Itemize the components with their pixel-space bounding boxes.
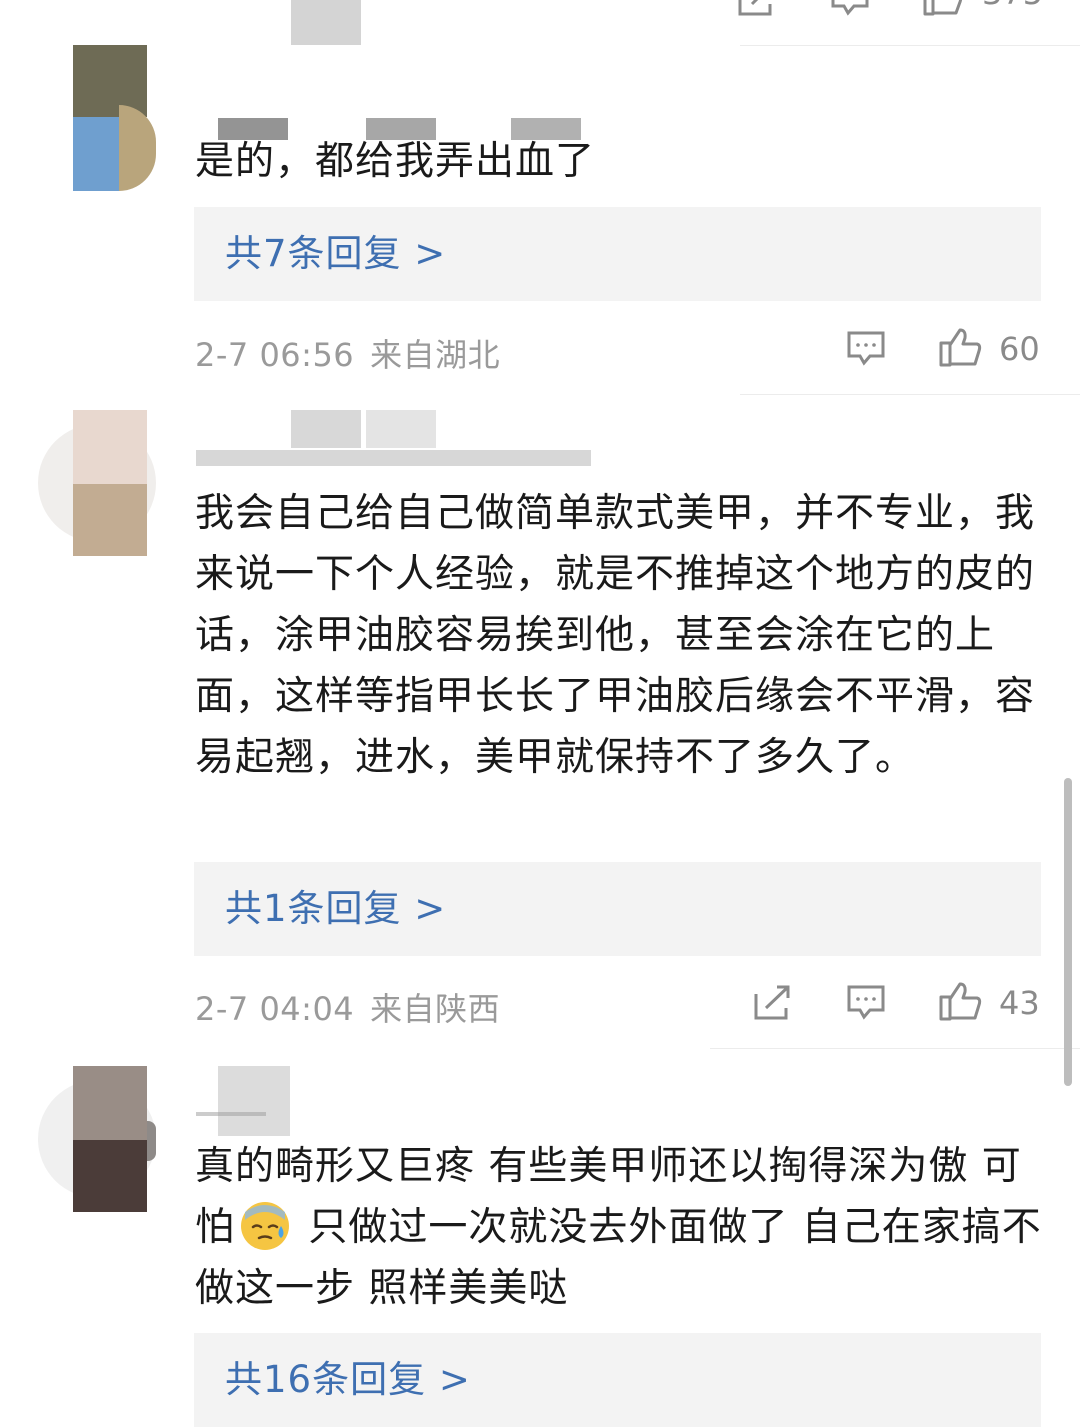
comment-icon[interactable]	[830, 0, 870, 16]
scrollbar[interactable]	[1064, 778, 1072, 1086]
avatar[interactable]	[38, 1066, 156, 1212]
reply-box[interactable]: 共16条回复 >	[194, 1333, 1041, 1427]
sweat-face-emoji-icon	[241, 1202, 290, 1250]
like-count: 60	[999, 330, 1040, 368]
share-icon[interactable]	[752, 984, 792, 1020]
comment-icon[interactable]	[846, 330, 886, 366]
view-replies-link[interactable]: 共7条回复 >	[225, 207, 446, 301]
like-count: 375	[982, 0, 1043, 12]
like-icon[interactable]	[938, 980, 982, 1022]
reply-box[interactable]: 共1条回复 >	[194, 862, 1041, 956]
prev-comment-actions: 375	[730, 0, 1050, 20]
like-count: 43	[999, 984, 1040, 1022]
comment-text: 是的，都给我弄出血了	[195, 139, 596, 184]
divider	[740, 45, 1080, 46]
divider	[740, 394, 1080, 395]
comment-meta: 2-7 04:04 来自陕西	[195, 984, 500, 1030]
reply-box[interactable]: 共7条回复 >	[194, 207, 1041, 301]
view-replies-link[interactable]: 共1条回复 >	[225, 862, 446, 956]
location: 来自湖北	[370, 336, 501, 374]
comment-meta: 2-7 06:56 来自湖北	[195, 330, 500, 376]
location: 来自陕西	[370, 990, 501, 1028]
comment-text-part: 只做过一次就没去外面做了 自己在家搞不做这一步 照样美美哒	[195, 1205, 1042, 1311]
timestamp: 2-7 04:04	[195, 990, 355, 1028]
timestamp: 2-7 06:56	[195, 336, 355, 374]
like-icon[interactable]	[922, 0, 964, 16]
avatar[interactable]	[38, 45, 156, 191]
view-replies-link[interactable]: 共16条回复 >	[225, 1333, 471, 1427]
avatar[interactable]	[38, 410, 156, 556]
share-icon[interactable]	[736, 0, 776, 16]
like-icon[interactable]	[938, 326, 982, 368]
comment-text: 我会自己给自己做简单款式美甲，并不专业，我来说一下个人经验，就是不推掉这个地方的…	[195, 491, 1036, 780]
comment-icon[interactable]	[846, 984, 886, 1020]
comment-text: 真的畸形又巨疼 有些美甲师还以掏得深为傲 可怕 只做过一次就没去外面做了 自己在…	[195, 1136, 1045, 1319]
divider	[710, 1048, 1080, 1049]
